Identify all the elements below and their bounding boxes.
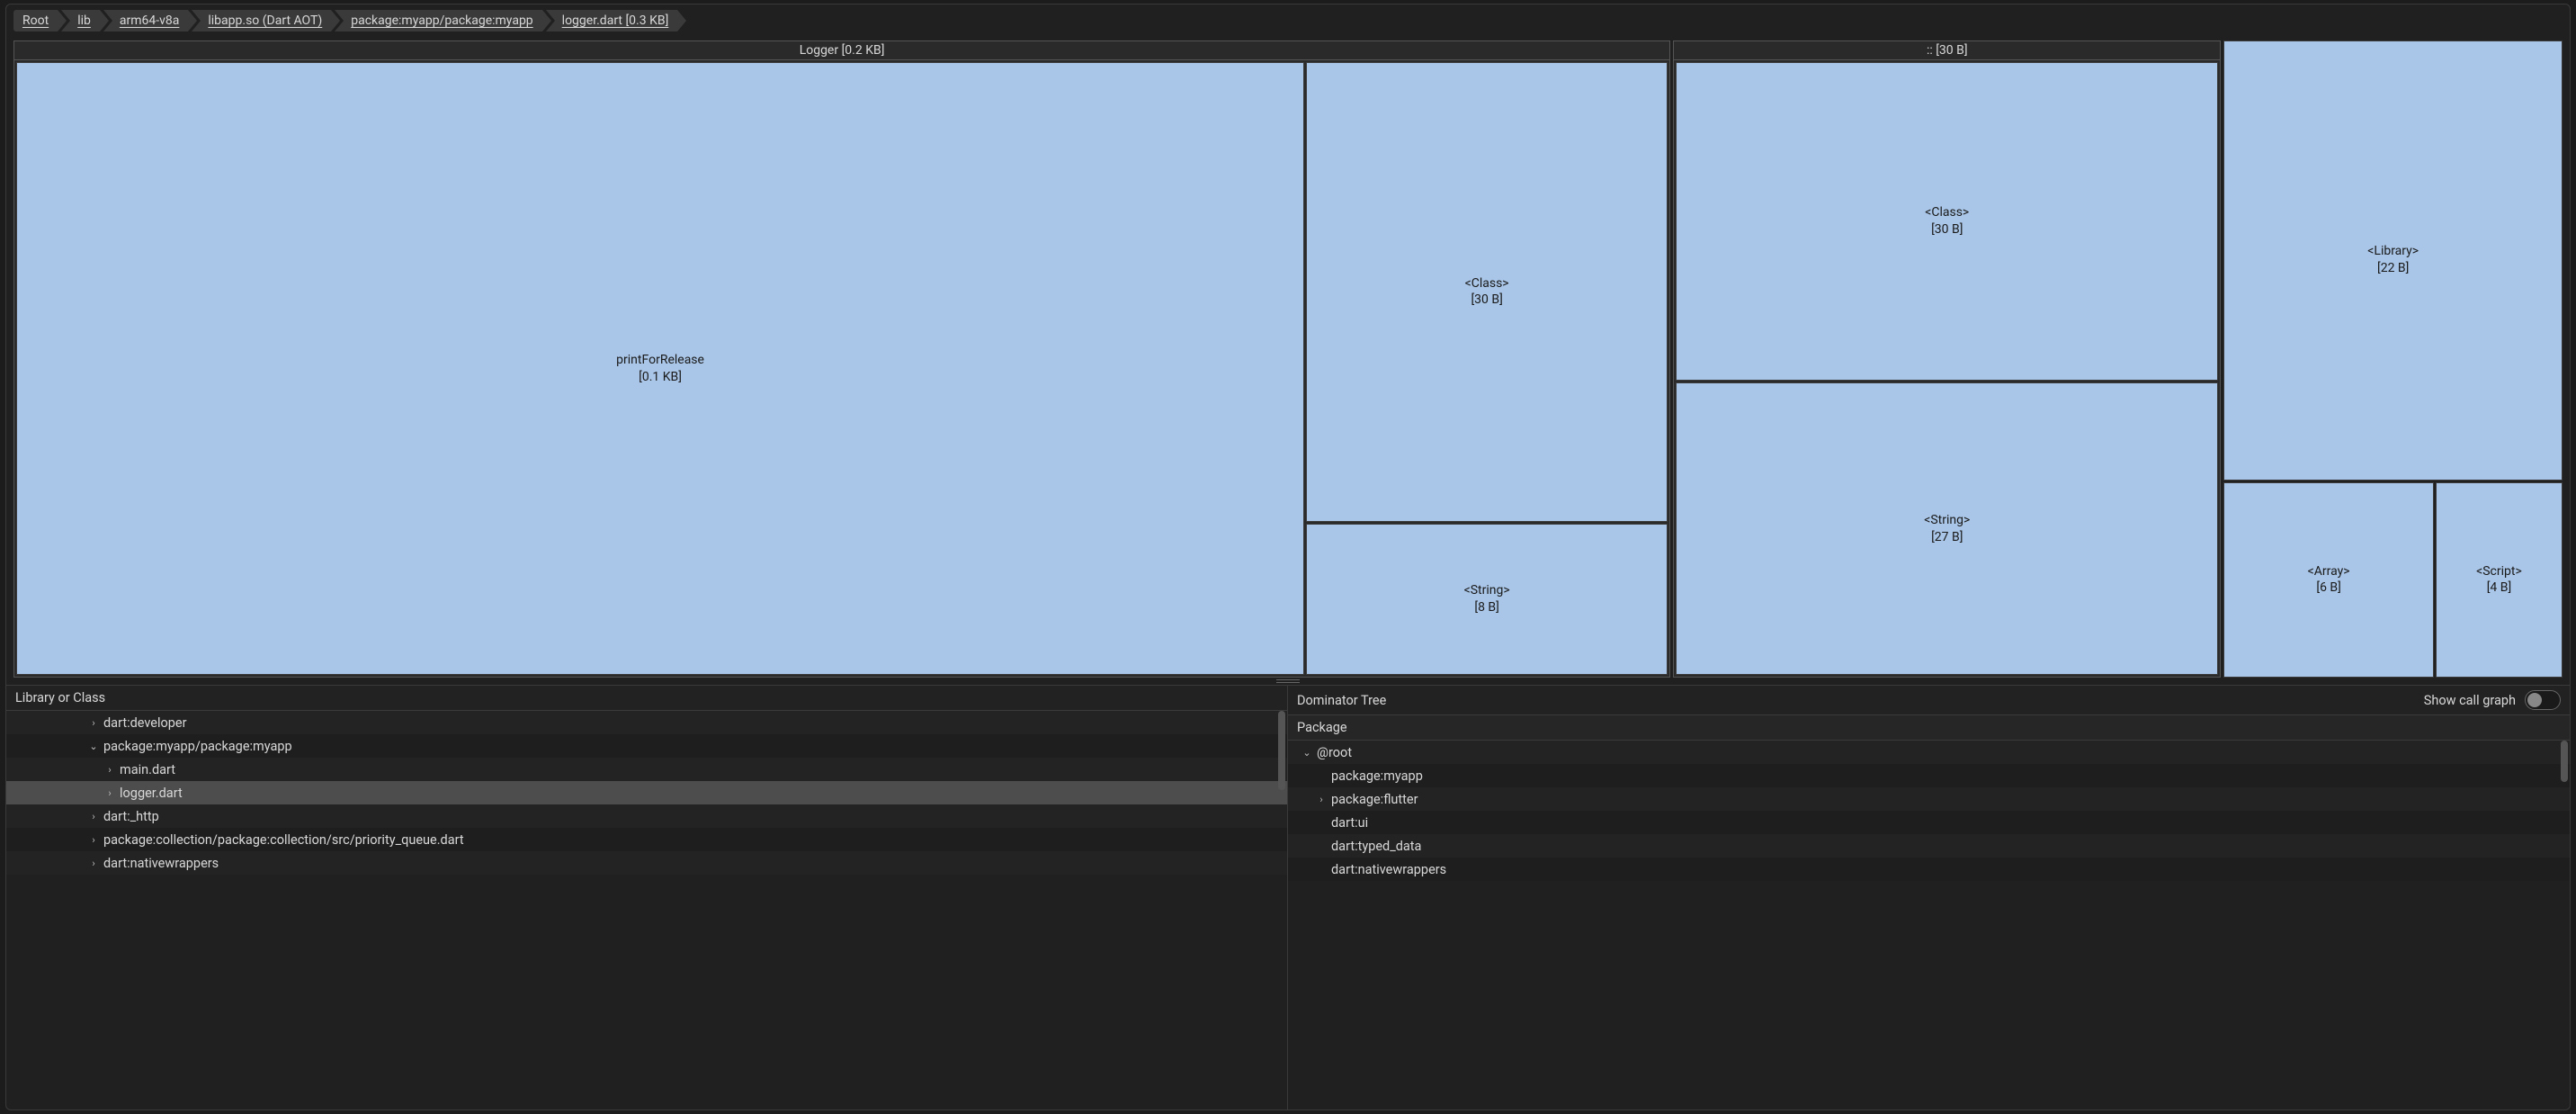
library-tree-body[interactable]: › dart:developer ⌄ package:myapp/package… [6,711,1287,1110]
breadcrumb-root[interactable]: Root [13,10,58,31]
breadcrumb-libapp[interactable]: libapp.so (Dart AOT) [192,10,331,31]
breadcrumb-label: libapp.so (Dart AOT) [208,13,322,28]
treemap-group-logger[interactable]: Logger [0.2 KB] printForRelease [0.1 KB]… [13,40,1670,678]
tree-row-label: main.dart [120,762,175,777]
treemap-cell-name: <Array> [2308,563,2350,580]
tree-row[interactable]: dart:ui [1288,811,2570,834]
treemap-cell-size: [30 B] [1471,292,1502,309]
breadcrumb-arch[interactable]: arm64-v8a [103,10,189,31]
treemap-group-header: Logger [0.2 KB] [14,41,1669,60]
toggle-knob [2527,693,2542,707]
tree-row-label: dart:developer [103,715,187,731]
breadcrumb-label: arm64-v8a [120,13,180,28]
chevron-down-icon: ⌄ [1301,747,1313,759]
tree-row[interactable]: package:myapp [1288,764,2570,787]
tree-row[interactable]: ⌄ @root [1288,741,2570,764]
treemap-cell-size: [0.1 KB] [639,369,682,386]
library-tree-pane: Library or Class › dart:developer ⌄ pack… [6,686,1288,1110]
tree-row[interactable]: › package:collection/package:collection/… [6,828,1287,851]
breadcrumb-label: logger.dart [0.3 KB] [562,13,669,28]
package-column-header: Package [1288,715,2570,741]
tree-row-label: dart:_http [103,809,159,824]
treemap-cell-printforrelease[interactable]: printForRelease [0.1 KB] [16,62,1304,675]
tree-row[interactable]: › dart:_http [6,804,1287,828]
chevron-right-icon: › [87,858,100,869]
scrollbar-thumb[interactable] [2561,741,2568,782]
show-call-graph-toggle[interactable] [2525,690,2561,710]
vertical-splitter[interactable] [6,678,2570,685]
treemap-cell-size: [30 B] [1931,221,1963,238]
grip-icon [1276,679,1300,683]
treemap-cell-script[interactable]: <Script> [4 B] [2436,482,2563,678]
tree-row-label: dart:typed_data [1331,839,1421,854]
tree-row-label: package:myapp/package:myapp [103,739,292,754]
show-call-graph-control: Show call graph [2424,690,2561,710]
treemap-group-header: :: [30 B] [1674,41,2220,60]
treemap-cell-size: [27 B] [1931,529,1963,546]
tree-row-label: dart:ui [1331,815,1368,831]
tree-row[interactable]: ⌄ package:myapp/package:myapp [6,734,1287,758]
tree-row[interactable]: › main.dart [6,758,1287,781]
treemap-cell-name: <Class> [1925,204,1969,221]
chevron-down-icon: ⌄ [87,741,100,752]
breadcrumb-package[interactable]: package:myapp/package:myapp [335,10,541,31]
tree-row-label: package:flutter [1331,792,1418,807]
treemap-cell-array[interactable]: <Array> [6 B] [2223,482,2433,678]
dominator-tree-pane: Dominator Tree Show call graph Package ⌄… [1288,686,2570,1110]
treemap-cell-name: <Library> [2367,243,2419,260]
breadcrumb-lib[interactable]: lib [61,10,100,31]
tree-row-selected[interactable]: › logger.dart [6,781,1287,804]
tree-row[interactable]: › dart:nativewrappers [6,851,1287,875]
chevron-right-icon: › [103,764,116,776]
treemap-cell-name: <String> [1924,512,1970,529]
bottom-panels: Library or Class › dart:developer ⌄ pack… [6,685,2570,1110]
breadcrumb: Root lib arm64-v8a libapp.so (Dart AOT) … [6,4,2570,37]
tree-row-label: package:myapp [1331,768,1423,784]
chevron-right-icon: › [87,834,100,846]
tree-row[interactable]: › package:flutter [1288,787,2570,811]
treemap-cell-size: [8 B] [1474,599,1499,616]
tree-row[interactable]: dart:nativewrappers [1288,858,2570,881]
tree-row-label: logger.dart [120,786,183,801]
treemap-cell-name: <Class> [1465,275,1509,292]
chevron-right-icon: › [103,787,116,799]
treemap-cell-class[interactable]: <Class> [30 B] [1676,62,2218,381]
breadcrumb-label: package:myapp/package:myapp [351,13,532,28]
breadcrumb-file[interactable]: logger.dart [0.3 KB] [546,10,678,31]
treemap-cell-name: printForRelease [616,352,704,369]
treemap-cell-class[interactable]: <Class> [30 B] [1306,62,1668,522]
breadcrumb-label: Root [22,13,49,28]
library-tree-header: Library or Class [6,686,1287,711]
tree-row-label: @root [1317,745,1352,760]
chevron-right-icon: › [1315,794,1328,805]
column-title: Library or Class [15,690,105,705]
toggle-label: Show call graph [2424,693,2516,708]
treemap-cell-string[interactable]: <String> [8 B] [1306,524,1668,675]
tree-row-label: package:collection/package:collection/sr… [103,832,464,848]
breadcrumb-label: lib [77,13,91,28]
treemap-cell-library[interactable]: <Library> [22 B] [2223,40,2563,481]
chevron-right-icon: › [87,717,100,729]
tree-row-label: dart:nativewrappers [103,856,219,871]
treemap: Logger [0.2 KB] printForRelease [0.1 KB]… [6,37,2570,678]
treemap-cell-size: [22 B] [2377,260,2409,277]
dominator-tree-body[interactable]: ⌄ @root package:myapp › package:flutter … [1288,741,2570,1110]
tree-row-label: dart:nativewrappers [1331,862,1446,877]
tree-row[interactable]: dart:typed_data [1288,834,2570,858]
treemap-cell-name: <String> [1464,582,1510,599]
tree-row[interactable]: › dart:developer [6,711,1287,734]
treemap-group-colon[interactable]: :: [30 B] <Class> [30 B] <String> [27 B] [1673,40,2221,678]
scrollbar-thumb[interactable] [1278,711,1285,790]
treemap-cell-string[interactable]: <String> [27 B] [1676,382,2218,675]
treemap-cell-size: [6 B] [2316,579,2341,597]
treemap-cell-name: <Script> [2476,563,2522,580]
column-title: Package [1297,720,1347,735]
column-title: Dominator Tree [1297,693,1386,708]
dominator-tree-header: Dominator Tree Show call graph [1288,686,2570,715]
treemap-cell-size: [4 B] [2487,579,2512,597]
treemap-group-right: <Library> [22 B] <Array> [6 B] <Script> … [2223,40,2563,678]
chevron-right-icon: › [87,811,100,822]
